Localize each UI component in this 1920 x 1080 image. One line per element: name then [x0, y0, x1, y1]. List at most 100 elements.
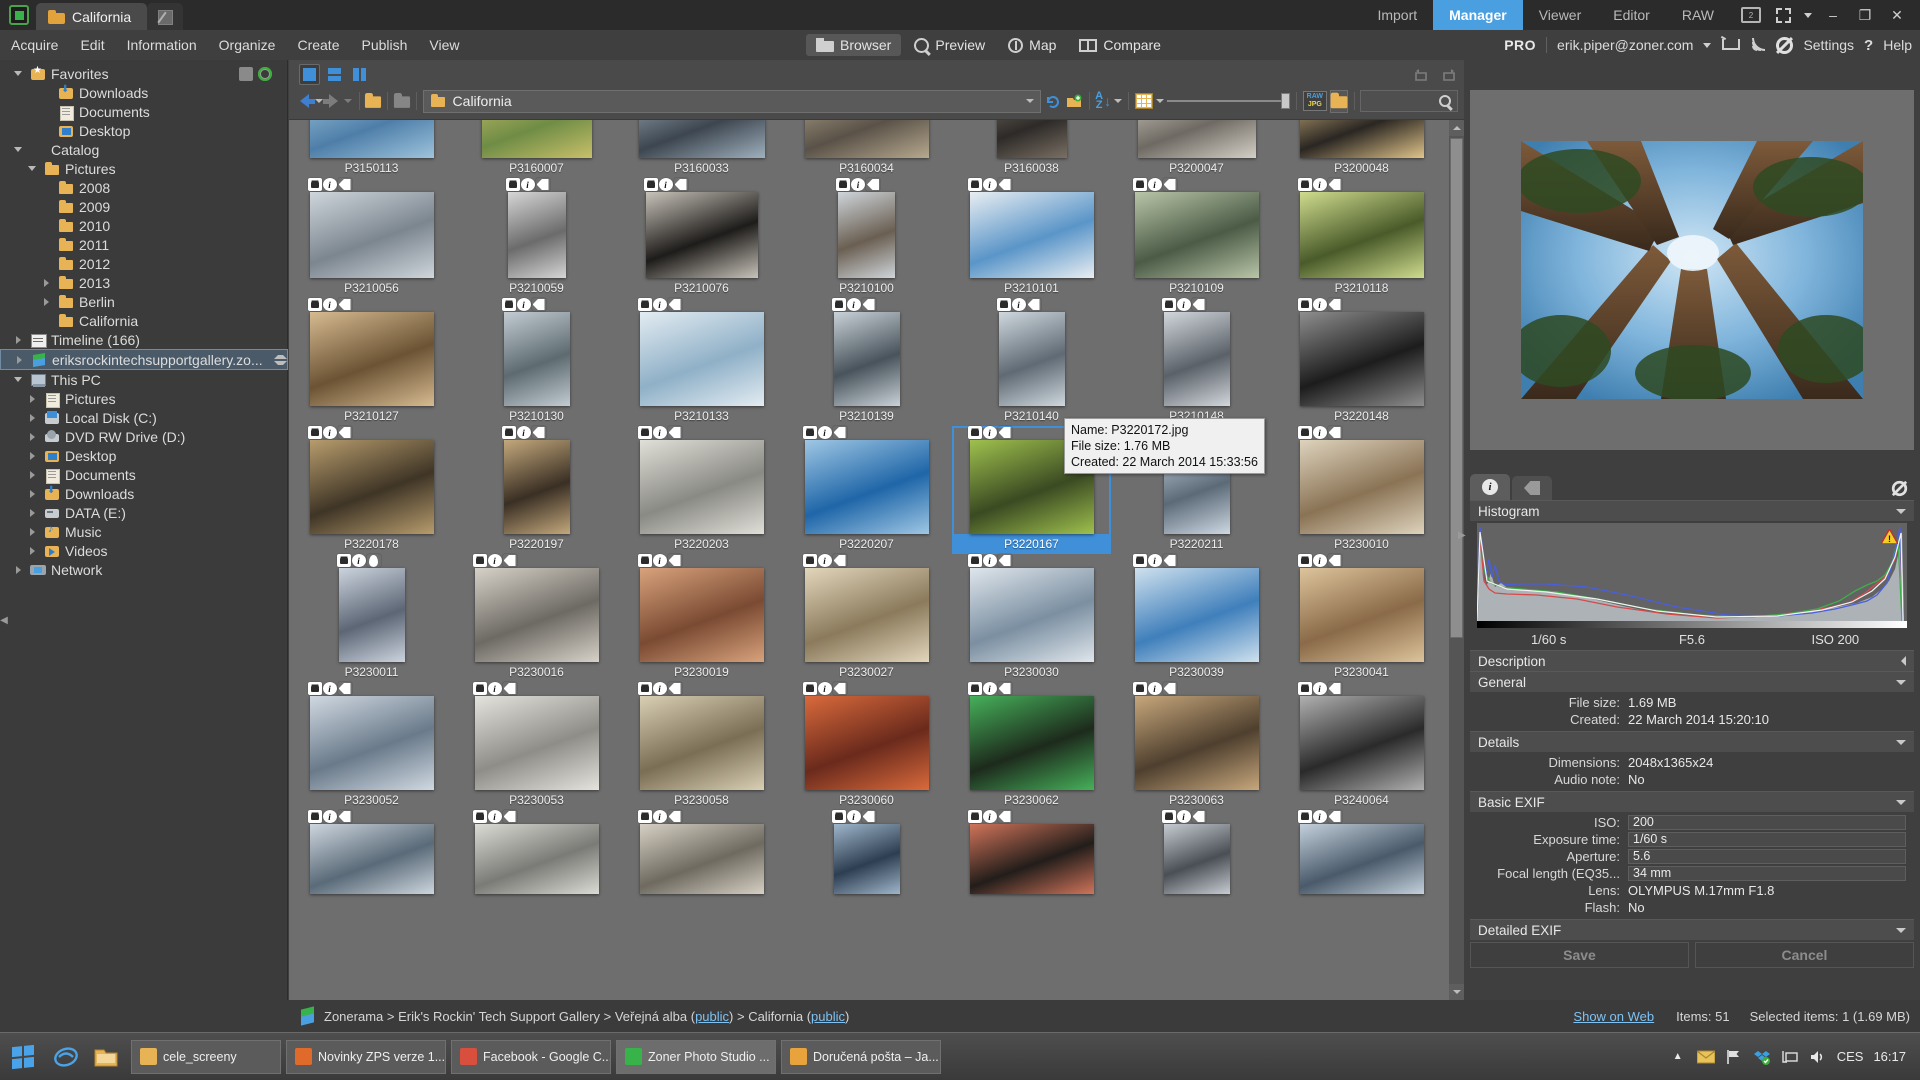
- volume-icon[interactable]: [1809, 1048, 1827, 1066]
- layout-single-button[interactable]: [299, 64, 320, 85]
- tag-icon[interactable]: [1027, 298, 1041, 311]
- panel-resize-handle[interactable]: ▶: [1458, 530, 1466, 541]
- tag-icon[interactable]: [998, 682, 1012, 695]
- show-folders-button[interactable]: [1330, 90, 1348, 113]
- taskbar-ie-icon[interactable]: [46, 1034, 86, 1080]
- camera-icon[interactable]: [506, 178, 520, 191]
- tag-icon[interactable]: [338, 810, 352, 823]
- menu-edit[interactable]: Edit: [69, 30, 115, 60]
- expand-arrow-icon[interactable]: [26, 487, 39, 500]
- camera-icon[interactable]: [968, 426, 982, 439]
- menu-acquire[interactable]: Acquire: [0, 30, 69, 60]
- info-icon[interactable]: i: [488, 554, 502, 567]
- info-icon[interactable]: i: [1313, 810, 1327, 823]
- camera-icon[interactable]: [832, 810, 846, 823]
- tag-icon[interactable]: [674, 178, 688, 191]
- tree-item-2008[interactable]: 2008: [10, 178, 278, 197]
- expand-arrow-icon[interactable]: [26, 506, 39, 519]
- info-icon[interactable]: i: [983, 554, 997, 567]
- second-monitor-button[interactable]: 2: [1736, 2, 1766, 28]
- thumbnail-cell[interactable]: iP3230016: [454, 554, 619, 682]
- help-label[interactable]: Help: [1883, 37, 1912, 53]
- expand-arrow-icon[interactable]: [12, 373, 25, 386]
- info-icon[interactable]: i: [1177, 810, 1191, 823]
- tree-item-dvd-rw-drive-d[interactable]: DVD RW Drive (D:): [10, 427, 278, 446]
- exif-value[interactable]: 34 mm: [1628, 866, 1906, 881]
- expand-arrow-icon[interactable]: [26, 449, 39, 462]
- tag-icon[interactable]: [503, 810, 517, 823]
- chevron-down-icon[interactable]: [1896, 800, 1906, 805]
- info-icon[interactable]: i: [1313, 178, 1327, 191]
- expand-arrow-icon[interactable]: [40, 295, 53, 308]
- section-header-general[interactable]: General: [1470, 671, 1914, 692]
- layout-horizontal-split-button[interactable]: [324, 64, 345, 85]
- tree-item-desktop[interactable]: Desktop: [10, 121, 278, 140]
- tag-icon[interactable]: [1328, 298, 1342, 311]
- cancel-button[interactable]: Cancel: [1695, 942, 1914, 968]
- tag-icon[interactable]: [998, 810, 1012, 823]
- info-icon[interactable]: i: [653, 554, 667, 567]
- thumbnail-cell[interactable]: iP3230053: [454, 682, 619, 810]
- camera-icon[interactable]: [836, 178, 850, 191]
- expand-arrow-icon[interactable]: [40, 276, 53, 289]
- tree-item-berlin[interactable]: Berlin: [10, 292, 278, 311]
- thumbnail-cell[interactable]: iP3210127: [289, 298, 454, 426]
- expand-arrow-icon[interactable]: [26, 430, 39, 443]
- info-icon[interactable]: i: [517, 426, 531, 439]
- thumbnail-cell[interactable]: P3200047: [1114, 120, 1279, 178]
- thumbnail-cell[interactable]: iP3210056: [289, 178, 454, 298]
- chevron-down-icon[interactable]: [1703, 43, 1711, 48]
- expand-arrow-icon[interactable]: [26, 162, 39, 175]
- camera-icon[interactable]: [638, 810, 652, 823]
- thumbnail-cell[interactable]: iP3230010: [1279, 426, 1444, 554]
- info-icon[interactable]: i: [653, 810, 667, 823]
- camera-icon[interactable]: [308, 178, 322, 191]
- camera-icon[interactable]: [1162, 810, 1176, 823]
- tag-icon[interactable]: [998, 554, 1012, 567]
- thumbnail-cell[interactable]: P3160007: [454, 120, 619, 178]
- tag-icon[interactable]: [1328, 810, 1342, 823]
- help-question-icon[interactable]: ?: [1864, 37, 1873, 54]
- taskbar-button[interactable]: Zoner Photo Studio ...: [616, 1040, 776, 1074]
- tree-item-this-pc[interactable]: This PC: [10, 370, 278, 389]
- camera-icon[interactable]: [308, 426, 322, 439]
- account-email[interactable]: erik.piper@zoner.com: [1557, 37, 1693, 53]
- exif-value[interactable]: 1/60 s: [1628, 832, 1906, 847]
- path-input[interactable]: California: [423, 90, 1041, 113]
- camera-icon[interactable]: [502, 426, 516, 439]
- info-icon[interactable]: i: [653, 298, 667, 311]
- sort-control[interactable]: AZ ↓: [1095, 92, 1122, 110]
- info-icon[interactable]: i: [488, 810, 502, 823]
- mode-compare[interactable]: Compare: [1069, 34, 1171, 56]
- tag-icon[interactable]: [1328, 554, 1342, 567]
- rotate-right-icon[interactable]: [1437, 64, 1461, 86]
- info-icon[interactable]: i: [352, 554, 366, 567]
- layout-vertical-split-button[interactable]: [349, 64, 370, 85]
- info-icon[interactable]: i: [653, 682, 667, 695]
- thumbnail-cell[interactable]: iP3210101: [949, 178, 1114, 298]
- tree-item-2013[interactable]: 2013: [10, 273, 278, 292]
- tag-icon[interactable]: [833, 426, 847, 439]
- thumbnail-cell[interactable]: iP3230030: [949, 554, 1114, 682]
- tree-item-music[interactable]: Music: [10, 522, 278, 541]
- tree-item-documents[interactable]: Documents: [10, 102, 278, 121]
- menu-view[interactable]: View: [418, 30, 470, 60]
- info-icon[interactable]: i: [1177, 298, 1191, 311]
- tag-icon[interactable]: [668, 554, 682, 567]
- thumbnail-cell[interactable]: P3160038: [949, 120, 1114, 178]
- fullscreen-dropdown[interactable]: [1800, 2, 1816, 28]
- camera-icon[interactable]: [473, 682, 487, 695]
- forward-history-dropdown[interactable]: [344, 90, 353, 112]
- info-icon[interactable]: i: [488, 682, 502, 695]
- thumbnail-cell[interactable]: P3160034: [784, 120, 949, 178]
- lock-icon[interactable]: [239, 67, 253, 81]
- camera-icon[interactable]: [1298, 426, 1312, 439]
- tree-item-pictures[interactable]: Pictures: [10, 159, 278, 178]
- info-icon[interactable]: i: [659, 178, 673, 191]
- thumbnail-cell[interactable]: iP3230011: [289, 554, 454, 682]
- info-icon[interactable]: i: [1148, 178, 1162, 191]
- chevron-left-icon[interactable]: [1901, 656, 1906, 666]
- camera-icon[interactable]: [968, 810, 982, 823]
- section-header-histogram[interactable]: Histogram: [1470, 500, 1914, 521]
- expand-arrow-icon[interactable]: [13, 353, 26, 366]
